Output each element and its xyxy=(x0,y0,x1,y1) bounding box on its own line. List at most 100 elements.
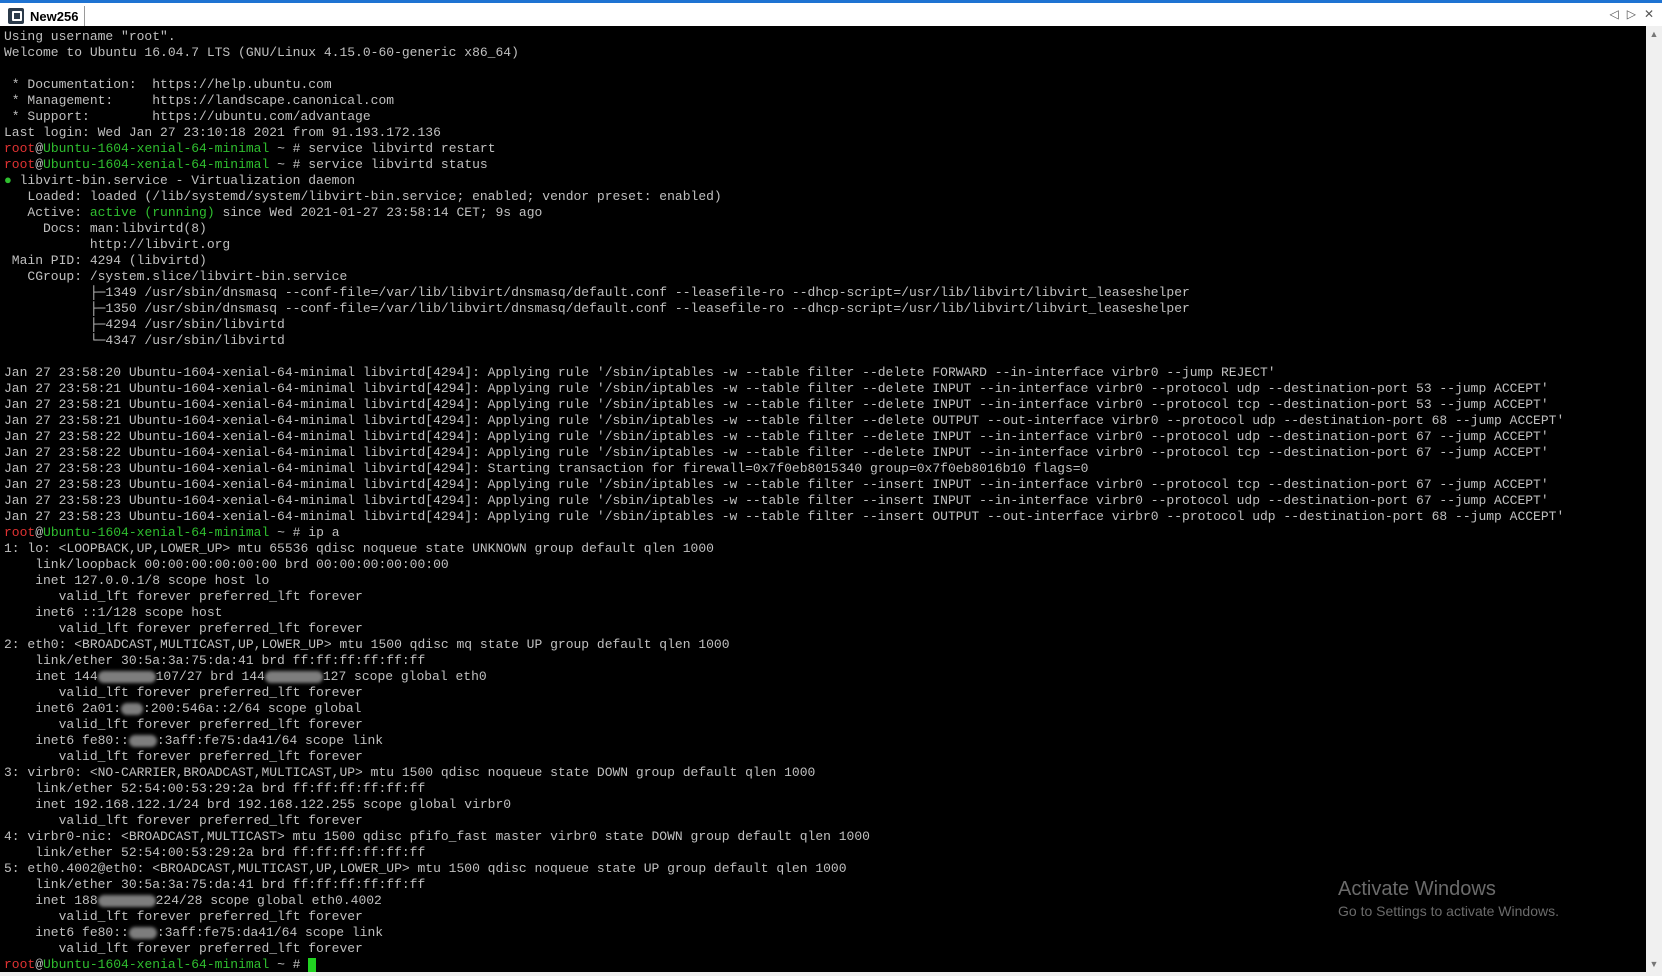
redacted-blur xyxy=(97,670,156,683)
terminal-cursor xyxy=(308,957,317,972)
terminal-line: inet 188 224/28 scope global eth0.4002 xyxy=(4,893,1564,909)
terminal-text: Welcome to Ubuntu 16.04.7 LTS (GNU/Linux… xyxy=(4,45,519,60)
terminal-text: root xyxy=(4,141,36,156)
terminal-text: * Management: https://landscape.canonica… xyxy=(4,93,395,108)
terminal-text: inet 192.168.122.1/24 brd 192.168.122.25… xyxy=(4,797,512,812)
terminal-text: @ xyxy=(35,525,44,540)
terminal-line: ● libvirt-bin.service - Virtualization d… xyxy=(4,173,1564,189)
terminal-text: Using username "root". xyxy=(4,29,176,44)
activate-windows-title: Activate Windows xyxy=(1338,878,1496,900)
terminal-text: Ubuntu-1604-xenial-64-minimal xyxy=(43,157,270,172)
terminal-text: Jan 27 23:58:21 Ubuntu-1604-xenial-64-mi… xyxy=(4,413,1565,428)
terminal-text: ~ # service libvirtd status xyxy=(269,157,488,172)
terminal-text: Jan 27 23:58:22 Ubuntu-1604-xenial-64-mi… xyxy=(4,429,1549,444)
terminal-line: Docs: man:libvirtd(8) xyxy=(4,221,1564,237)
terminal-line: Jan 27 23:58:22 Ubuntu-1604-xenial-64-mi… xyxy=(4,445,1564,461)
terminal-output[interactable]: Using username "root". Welcome to Ubuntu … xyxy=(0,26,1646,972)
terminal-line: link/ether 30:5a:3a:75:da:41 brd ff:ff:f… xyxy=(4,877,1564,893)
terminal-text: active (running) xyxy=(89,205,215,220)
terminal-line: CGroup: /system.slice/libvirt-bin.servic… xyxy=(4,269,1564,285)
terminal-line: 3: virbr0: <NO-CARRIER,BROADCAST,MULTICA… xyxy=(4,765,1564,781)
terminal-line: * Documentation: https://help.ubuntu.com xyxy=(4,77,1564,93)
scroll-up-arrow-icon[interactable]: ▲ xyxy=(1646,26,1662,42)
putty-session-icon xyxy=(8,8,24,24)
terminal-text: Ubuntu-1604-xenial-64-minimal xyxy=(43,525,270,540)
terminal-lines: Using username "root". Welcome to Ubuntu … xyxy=(4,29,1564,972)
terminal-line: └─4347 /usr/sbin/libvirtd xyxy=(4,333,1564,349)
activate-windows-subtitle: Go to Settings to activate Windows. xyxy=(1338,903,1559,919)
terminal-line: Jan 27 23:58:23 Ubuntu-1604-xenial-64-mi… xyxy=(4,509,1564,525)
terminal-text: valid_lft forever preferred_lft forever xyxy=(4,813,363,828)
terminal-line: 2: eth0: <BROADCAST,MULTICAST,UP,LOWER_U… xyxy=(4,637,1564,653)
terminal-line: valid_lft forever preferred_lft forever xyxy=(4,909,1564,925)
vertical-scrollbar[interactable]: ▲ ▼ xyxy=(1646,26,1662,972)
terminal-line: Main PID: 4294 (libvirtd) xyxy=(4,253,1564,269)
terminal-text: inet 188 xyxy=(4,893,98,908)
terminal-line: root@Ubuntu-1604-xenial-64-minimal ~ # xyxy=(4,957,1564,972)
terminal-text: └─4347 /usr/sbin/libvirtd xyxy=(4,333,285,348)
terminal-text: 1: lo: <LOOPBACK,UP,LOWER_UP> mtu 65536 … xyxy=(4,541,714,556)
session-tab-title: New256 xyxy=(30,8,79,24)
terminal-text: root xyxy=(4,157,36,172)
terminal-line: inet6 fe80:::3aff:fe75:da41/64 scope lin… xyxy=(4,925,1564,941)
terminal-text: valid_lft forever preferred_lft forever xyxy=(4,685,363,700)
close-icon[interactable]: ✕ xyxy=(1644,7,1654,21)
terminal-text: Jan 27 23:58:23 Ubuntu-1604-xenial-64-mi… xyxy=(4,493,1549,508)
terminal-line: 1: lo: <LOOPBACK,UP,LOWER_UP> mtu 65536 … xyxy=(4,541,1564,557)
terminal-text: Jan 27 23:58:21 Ubuntu-1604-xenial-64-mi… xyxy=(4,397,1549,412)
terminal-text: Ubuntu-1604-xenial-64-minimal xyxy=(43,957,270,972)
terminal-text: root xyxy=(4,957,36,972)
terminal-line: valid_lft forever preferred_lft forever xyxy=(4,749,1564,765)
terminal-text: since Wed 2021-01-27 23:58:14 CET; 9s ag… xyxy=(214,205,543,220)
terminal-line: Using username "root". xyxy=(4,29,1564,45)
terminal-line: valid_lft forever preferred_lft forever xyxy=(4,589,1564,605)
terminal-line: ├─4294 /usr/sbin/libvirtd xyxy=(4,317,1564,333)
terminal-text: inet6 ::1/128 scope host xyxy=(4,605,223,620)
terminal-text: ● xyxy=(4,173,12,188)
terminal-text: http://libvirt.org xyxy=(4,237,231,252)
terminal-text: @ xyxy=(35,957,44,972)
terminal-text: ├─1350 /usr/sbin/dnsmasq --conf-file=/va… xyxy=(4,301,1190,316)
terminal-text: * Support: https://ubuntu.com/advantage xyxy=(4,109,371,124)
terminal-line: root@Ubuntu-1604-xenial-64-minimal ~ # s… xyxy=(4,141,1564,157)
terminal-text: valid_lft forever preferred_lft forever xyxy=(4,589,363,604)
terminal-line: Jan 27 23:58:22 Ubuntu-1604-xenial-64-mi… xyxy=(4,429,1564,445)
terminal-text: Jan 27 23:58:20 Ubuntu-1604-xenial-64-mi… xyxy=(4,365,1276,380)
terminal-line: inet6 fe80:::3aff:fe75:da41/64 scope lin… xyxy=(4,733,1564,749)
scroll-down-arrow-icon[interactable]: ▼ xyxy=(1646,956,1662,972)
terminal-line: * Management: https://landscape.canonica… xyxy=(4,93,1564,109)
window-controls: ◁ ▷ ✕ xyxy=(1609,7,1654,21)
terminal-line: link/ether 52:54:00:53:29:2a brd ff:ff:f… xyxy=(4,781,1564,797)
terminal-line: Welcome to Ubuntu 16.04.7 LTS (GNU/Linux… xyxy=(4,45,1564,61)
terminal-line: Jan 27 23:58:21 Ubuntu-1604-xenial-64-mi… xyxy=(4,413,1564,429)
redacted-blur xyxy=(128,734,157,747)
terminal-text: ├─1349 /usr/sbin/dnsmasq --conf-file=/va… xyxy=(4,285,1190,300)
title-bar: New256 ◁ ▷ ✕ xyxy=(0,0,1662,26)
terminal-text: Jan 27 23:58:23 Ubuntu-1604-xenial-64-mi… xyxy=(4,509,1565,524)
prev-tab-icon[interactable]: ◁ xyxy=(1609,7,1618,21)
terminal-text: valid_lft forever preferred_lft forever xyxy=(4,717,363,732)
terminal-line: Jan 27 23:58:21 Ubuntu-1604-xenial-64-mi… xyxy=(4,397,1564,413)
terminal-line: valid_lft forever preferred_lft forever xyxy=(4,813,1564,829)
terminal-text: Jan 27 23:58:23 Ubuntu-1604-xenial-64-mi… xyxy=(4,477,1549,492)
terminal-line: inet6 2a01::200:546a::2/64 scope global xyxy=(4,701,1564,717)
terminal-text: Ubuntu-1604-xenial-64-minimal xyxy=(43,141,270,156)
terminal-text: @ xyxy=(35,157,44,172)
terminal-line: Jan 27 23:58:21 Ubuntu-1604-xenial-64-mi… xyxy=(4,381,1564,397)
session-tab[interactable]: New256 xyxy=(6,6,86,26)
terminal-line: Active: active (running) since Wed 2021-… xyxy=(4,205,1564,221)
terminal-line: valid_lft forever preferred_lft forever xyxy=(4,685,1564,701)
terminal-text: 127 scope global eth0 xyxy=(322,669,487,684)
activate-windows-watermark: Activate Windows Go to Settings to activ… xyxy=(1338,878,1559,919)
redacted-blur xyxy=(128,926,157,939)
terminal-line: Jan 27 23:58:23 Ubuntu-1604-xenial-64-mi… xyxy=(4,461,1564,477)
terminal-text: inet6 fe80:: xyxy=(4,925,129,940)
terminal-text: 3: virbr0: <NO-CARRIER,BROADCAST,MULTICA… xyxy=(4,765,816,780)
terminal-text: CGroup: /system.slice/libvirt-bin.servic… xyxy=(4,269,348,284)
terminal-line: inet 192.168.122.1/24 brd 192.168.122.25… xyxy=(4,797,1564,813)
next-tab-icon[interactable]: ▷ xyxy=(1627,7,1636,21)
terminal-line: 5: eth0.4002@eth0: <BROADCAST,MULTICAST,… xyxy=(4,861,1564,877)
terminal-text: valid_lft forever preferred_lft forever xyxy=(4,749,363,764)
terminal-text: valid_lft forever preferred_lft forever xyxy=(4,621,363,636)
